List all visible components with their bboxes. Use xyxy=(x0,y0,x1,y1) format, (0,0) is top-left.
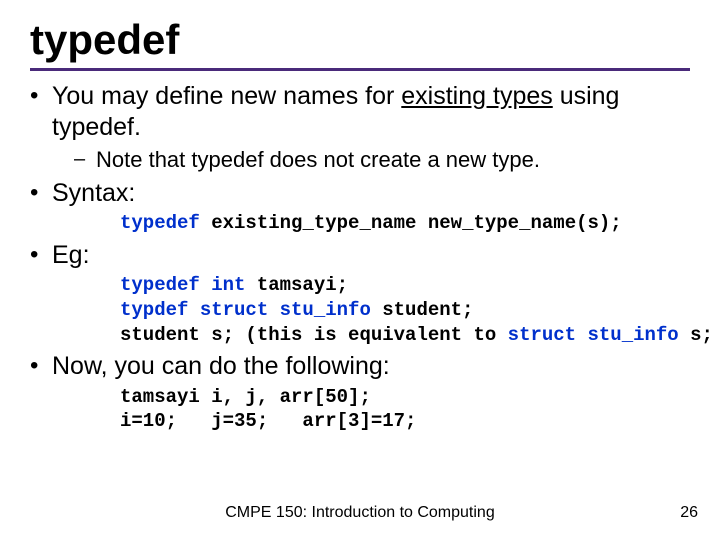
slide: typedef You may define new names for exi… xyxy=(0,0,720,540)
code-block: tamsayi i, j, arr[50]; i=10; j=35; arr[3… xyxy=(120,385,690,434)
code-block: typedef int tamsayi; typdef struct stu_i… xyxy=(120,273,690,347)
code-text: i=10; j=35; arr[3]=17; xyxy=(120,410,416,432)
bullet-item: Now, you can do the following: tamsayi i… xyxy=(30,351,690,434)
bullet-item: You may define new names for existing ty… xyxy=(30,81,690,174)
code-keyword: typdef struct stu_info xyxy=(120,299,371,321)
code-keyword: struct stu_info xyxy=(508,324,679,346)
code-keyword: typedef int xyxy=(120,274,245,296)
bullet-list: You may define new names for existing ty… xyxy=(30,81,690,434)
code-text: existing_type_name new_type_name(s); xyxy=(200,212,622,234)
code-text: tamsayi i, j, arr[50]; xyxy=(120,386,371,408)
sub-item: Note that typedef does not create a new … xyxy=(52,146,690,175)
bullet-item: Eg: typedef int tamsayi; typdef struct s… xyxy=(30,240,690,347)
bullet-item: Syntax: typedef existing_type_name new_t… xyxy=(30,178,690,236)
bullet-text-part: You may define new names for xyxy=(52,82,401,110)
code-text: (this is equivalent to xyxy=(245,324,507,346)
code-keyword: typedef xyxy=(120,212,200,234)
bullet-text-part: Syntax: xyxy=(52,179,135,207)
footer-text: CMPE 150: Introduction to Computing xyxy=(0,504,720,522)
bullet-text-part: Now, you can do the following: xyxy=(52,352,390,380)
code-text: s; ) xyxy=(679,324,720,346)
code-text: student; xyxy=(371,299,474,321)
bullet-text-part: Eg: xyxy=(52,241,90,269)
code-text: tamsayi; xyxy=(245,274,348,296)
code-block: typedef existing_type_name new_type_name… xyxy=(120,211,690,236)
code-text: student s; xyxy=(120,324,245,346)
bullet-text-underline: existing types xyxy=(401,82,552,110)
sub-list: Note that typedef does not create a new … xyxy=(52,146,690,175)
page-number: 26 xyxy=(680,504,698,522)
slide-title: typedef xyxy=(30,18,690,62)
title-rule xyxy=(30,68,690,71)
